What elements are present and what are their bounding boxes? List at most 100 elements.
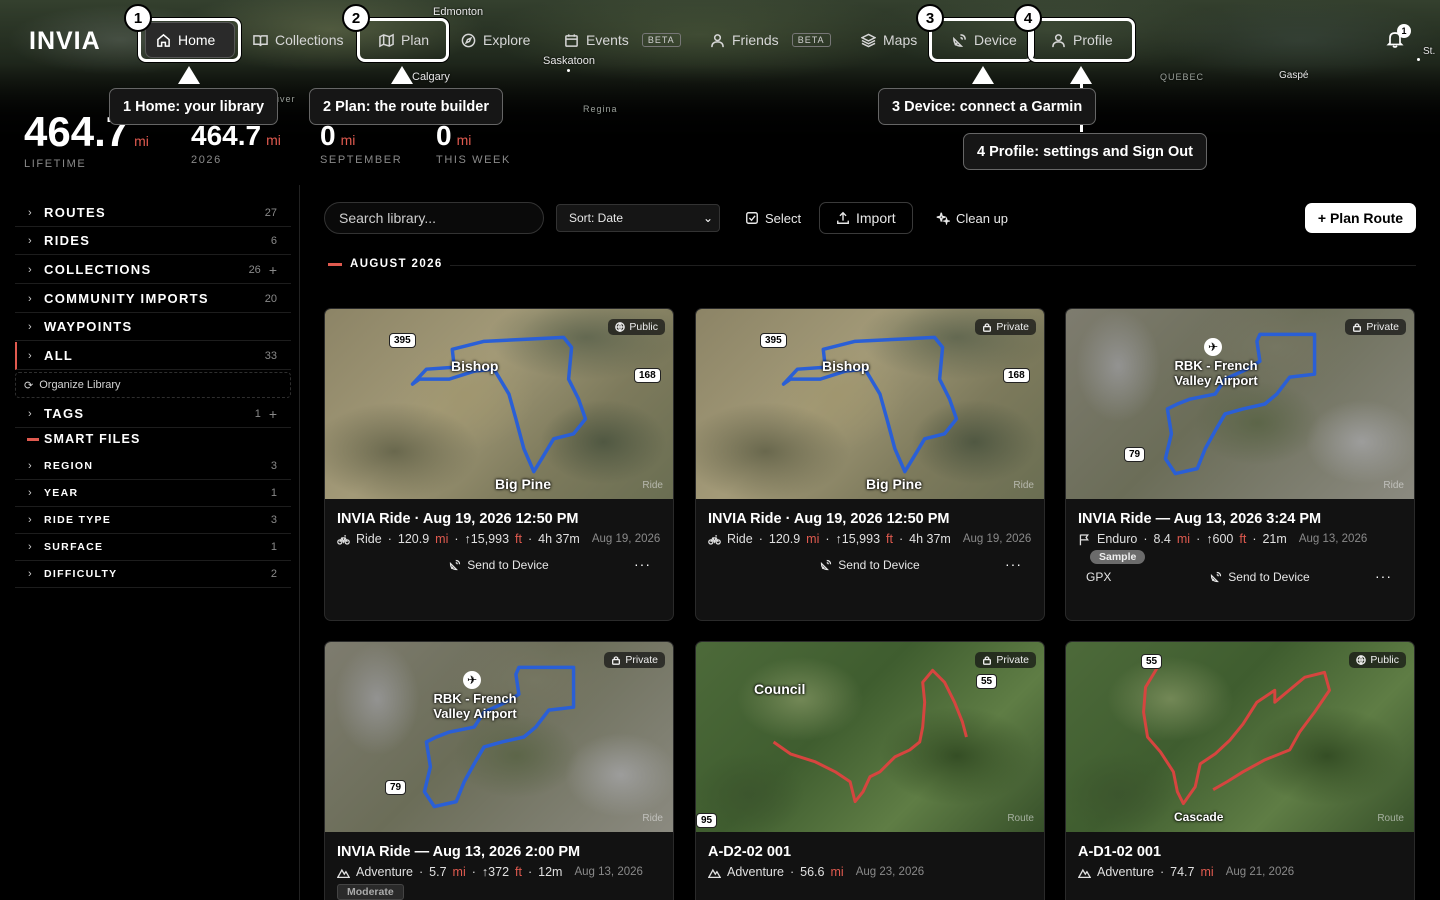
more-options-icon[interactable]: ··· bbox=[1375, 568, 1392, 584]
chevron-right-icon: › bbox=[28, 487, 32, 499]
route-track bbox=[1163, 332, 1317, 476]
card-title[interactable]: INVIA Ride · Aug 19, 2026 12:50 PM bbox=[337, 511, 661, 527]
flag-icon bbox=[1079, 533, 1089, 545]
chevron-right-icon: › bbox=[28, 460, 32, 472]
more-options-icon[interactable]: ··· bbox=[1005, 556, 1022, 572]
route-map-thumbnail[interactable]: 395 168 Bishop Big Pine Public Ride bbox=[325, 309, 673, 499]
sidebar-item-label: TAGS bbox=[44, 406, 85, 421]
visibility-badge: Private bbox=[975, 652, 1036, 668]
card-elevation-unit: ft bbox=[886, 532, 893, 546]
sidebar-item-all[interactable]: › ALL 33 bbox=[15, 342, 291, 370]
nav-friends[interactable]: Friends BETA bbox=[700, 22, 841, 58]
card-elevation-unit: ft bbox=[1239, 532, 1247, 546]
route-track bbox=[781, 335, 959, 474]
route-map-thumbnail[interactable]: Council 55 95 Private Route bbox=[696, 642, 1044, 832]
library-card[interactable]: 395 168 Bishop Big Pine Public Ride INVI… bbox=[324, 308, 674, 621]
sidebar-item-surface[interactable]: › SURFACE 1 bbox=[15, 534, 291, 561]
tag-pill[interactable]: Moderate bbox=[337, 884, 404, 900]
upload-icon bbox=[837, 211, 849, 224]
organize-library-button[interactable]: ⟳ Organize Library bbox=[15, 372, 291, 398]
card-elevation: 15,993 bbox=[470, 532, 510, 546]
card-title[interactable]: A-D1-02 001 bbox=[1078, 844, 1402, 860]
send-to-device-button[interactable]: Send to Device bbox=[325, 558, 673, 572]
route-map-thumbnail[interactable]: ✈ RBK - French Valley Airport 79 Private… bbox=[325, 642, 673, 832]
sidebar-item-tags[interactable]: › TAGS 1 + bbox=[15, 400, 291, 428]
library-card[interactable]: 55 Cascade Public Route A-D1-02 001 Adve… bbox=[1065, 641, 1415, 900]
lock-icon bbox=[983, 656, 992, 665]
sidebar-item-year[interactable]: › YEAR 1 bbox=[15, 480, 291, 507]
tag-pill[interactable]: Sample bbox=[1090, 550, 1146, 564]
book-open-icon bbox=[253, 34, 268, 46]
sidebar-item-ride-type[interactable]: › RIDE TYPE 3 bbox=[15, 507, 291, 534]
send-to-device-button[interactable]: Send to Device bbox=[1106, 570, 1414, 584]
sidebar-item-collections[interactable]: › COLLECTIONS 26 + bbox=[15, 256, 291, 284]
select-button[interactable]: Select bbox=[745, 202, 801, 234]
sidebar-item-label: YEAR bbox=[44, 487, 79, 499]
sidebar-item-region[interactable]: › REGION 3 bbox=[15, 453, 291, 480]
organize-library-label: Organize Library bbox=[39, 379, 121, 391]
library-card[interactable]: ✈ RBK - French Valley Airport 79 Private… bbox=[324, 641, 674, 900]
app-logo[interactable]: INVIA bbox=[29, 27, 101, 56]
card-title[interactable]: INVIA Ride — Aug 13, 2026 2:00 PM bbox=[337, 844, 661, 860]
nav-explore-label: Explore bbox=[483, 32, 531, 48]
card-distance-unit: mi bbox=[1200, 865, 1214, 879]
highway-shield: 395 bbox=[389, 333, 416, 348]
send-to-device-button[interactable]: Send to Device bbox=[696, 558, 1044, 572]
card-distance: 120.9 bbox=[397, 532, 430, 546]
nav-maps[interactable]: Maps bbox=[851, 22, 927, 58]
card-distance: 120.9 bbox=[768, 532, 801, 546]
card-ride-type: Adventure bbox=[727, 865, 784, 879]
tour-step-2: 2 bbox=[342, 4, 370, 32]
card-title[interactable]: INVIA Ride · Aug 19, 2026 12:50 PM bbox=[708, 511, 1032, 527]
nav-events[interactable]: Events BETA bbox=[554, 22, 691, 58]
sidebar-item-count: 20 bbox=[264, 292, 277, 305]
sidebar-item-count: 33 bbox=[264, 349, 277, 362]
route-map-thumbnail[interactable]: ✈ RBK - French Valley Airport 79 Private… bbox=[1066, 309, 1414, 499]
plan-route-button[interactable]: + Plan Route bbox=[1305, 203, 1416, 233]
satellite-dish-icon bbox=[450, 559, 461, 571]
card-title[interactable]: INVIA Ride — Aug 13, 2026 3:24 PM bbox=[1078, 511, 1402, 527]
user-icon bbox=[711, 33, 724, 47]
sidebar-item-community-imports[interactable]: › COMMUNITY IMPORTS 20 bbox=[15, 285, 291, 313]
chevron-right-icon: › bbox=[28, 234, 32, 247]
lock-icon bbox=[1353, 323, 1362, 332]
nav-collections[interactable]: Collections bbox=[243, 22, 353, 58]
sidebar-item-waypoints[interactable]: › WAYPOINTS bbox=[15, 313, 291, 341]
card-distance-unit: mi bbox=[435, 532, 449, 546]
add-collection-icon[interactable]: + bbox=[269, 262, 277, 278]
more-options-icon[interactable]: ··· bbox=[634, 556, 651, 572]
card-ride-type: Adventure bbox=[356, 865, 413, 879]
card-kind-label: Ride bbox=[1013, 480, 1034, 491]
sidebar-item-rides[interactable]: › RIDES 6 bbox=[15, 227, 291, 255]
sort-select[interactable]: Sort: Date ⌄ bbox=[556, 204, 720, 232]
map-place-label: Bishop bbox=[822, 358, 870, 374]
clean-up-button[interactable]: Clean up bbox=[936, 202, 1008, 234]
stat-unit: mi bbox=[266, 132, 281, 148]
library-card[interactable]: Council 55 95 Private Route A-D2-02 001 … bbox=[695, 641, 1045, 900]
airport-icon: ✈ bbox=[463, 671, 481, 689]
card-title[interactable]: A-D2-02 001 bbox=[708, 844, 1032, 860]
sidebar-item-routes[interactable]: › ROUTES 27 bbox=[15, 199, 291, 227]
library-card[interactable]: ✈ RBK - French Valley Airport 79 Private… bbox=[1065, 308, 1415, 621]
chevron-right-icon: › bbox=[28, 349, 32, 362]
highway-shield: 168 bbox=[634, 368, 661, 383]
card-distance-unit: mi bbox=[806, 532, 820, 546]
month-section-title: AUGUST 2026 bbox=[350, 258, 443, 270]
lock-icon bbox=[612, 656, 621, 665]
card-elevation: 15,993 bbox=[841, 532, 881, 546]
card-distance: 5.7 bbox=[429, 865, 447, 879]
library-card[interactable]: 395 168 Bishop Big Pine Private Ride INV… bbox=[695, 308, 1045, 621]
import-button[interactable]: Import bbox=[819, 202, 913, 234]
route-map-thumbnail[interactable]: 55 Cascade Public Route bbox=[1066, 642, 1414, 832]
add-tag-icon[interactable]: + bbox=[269, 406, 277, 422]
sidebar-item-difficulty[interactable]: › DIFFICULTY 2 bbox=[15, 561, 291, 588]
nav-explore[interactable]: Explore bbox=[451, 22, 540, 58]
visibility-label: Private bbox=[1366, 321, 1399, 333]
search-input[interactable]: Search library... bbox=[324, 202, 544, 234]
highway-shield: 95 bbox=[696, 813, 718, 828]
satellite-dish-icon bbox=[1211, 571, 1222, 583]
chevron-right-icon: › bbox=[28, 541, 32, 553]
route-map-thumbnail[interactable]: 395 168 Bishop Big Pine Private Ride bbox=[696, 309, 1044, 499]
layers-icon bbox=[861, 33, 876, 47]
card-kind-label: Ride bbox=[1383, 480, 1404, 491]
